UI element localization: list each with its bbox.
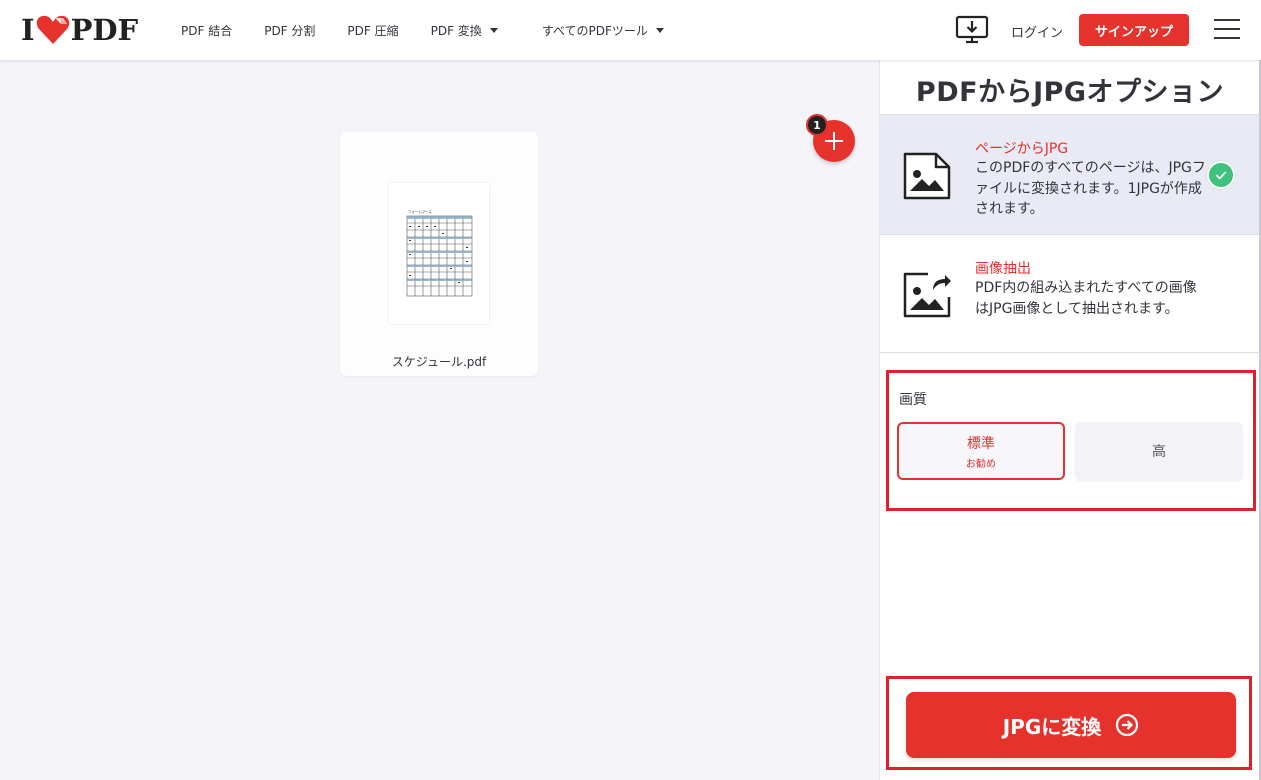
caret-down-icon <box>489 27 498 33</box>
quality-high-button[interactable]: 高 <box>1075 422 1243 480</box>
nav-compress-label: PDF 圧縮 <box>347 23 399 38</box>
option-extract-images-desc: PDF内の組み込まれたすべての画像はJPG画像として抽出されます。 <box>975 280 1197 317</box>
convert-to-jpg-button[interactable]: JPGに変換 <box>906 692 1236 758</box>
ilovepdf-logo[interactable]: I PDF <box>21 14 138 46</box>
quality-standard-button[interactable]: 標準 お勧め <box>897 422 1065 480</box>
image-file-icon <box>903 152 951 200</box>
nav-compress-pdf[interactable]: PDF 圧縮 <box>347 22 398 39</box>
schedule-table-preview: フォームブース <box>406 209 473 297</box>
quality-section: 画質 標準 お勧め 高 <box>886 370 1256 511</box>
file-name-label: スケジュール.pdf <box>391 355 487 369</box>
option-page-to-jpg-desc: このPDFのすべてのページは、JPGファイルに変換されます。1JPGが作成されま… <box>975 160 1206 217</box>
svg-text:フォームブース: フォームブース <box>408 209 433 214</box>
convert-label: JPGに変換 <box>1002 714 1102 739</box>
convert-section: JPGに変換 <box>886 676 1252 770</box>
signup-button[interactable]: サインアップ <box>1079 14 1189 46</box>
nav-split-label: PDF 分割 <box>264 23 316 38</box>
quality-standard-label: 標準 <box>967 435 995 452</box>
main-nav: PDF 結合 PDF 分割 PDF 圧縮 PDF 変換 すべてのPDFツール <box>181 0 696 60</box>
nav-convert-pdf-dropdown[interactable]: PDF 変換 <box>431 22 498 39</box>
heart-icon <box>36 15 69 45</box>
arrow-right-circle-icon <box>1116 713 1139 737</box>
desktop-download-icon[interactable] <box>955 15 989 45</box>
caret-down-icon <box>655 27 664 33</box>
file-count-badge: 1 <box>806 114 828 136</box>
option-page-to-jpg[interactable]: ページからJPG このPDFのすべてのページは、JPGファイルに変換されます。1… <box>880 114 1260 234</box>
image-extract-icon <box>903 272 951 318</box>
nav-split-pdf[interactable]: PDF 分割 <box>264 22 315 39</box>
logo-letters-pdf: PDF <box>70 13 139 47</box>
nav-merge-pdf[interactable]: PDF 結合 <box>181 22 232 39</box>
nav-all-tools-dropdown[interactable]: すべてのPDFツール <box>542 22 664 39</box>
quality-high-label: 高 <box>1152 444 1166 460</box>
nav-convert-label: PDF 変換 <box>430 23 482 38</box>
option-page-to-jpg-title: ページからJPG <box>975 141 1069 157</box>
pdf-thumbnail: フォームブース <box>389 183 489 324</box>
login-link[interactable]: ログイン <box>1011 22 1063 41</box>
top-header: I PDF PDF 結合 PDF 分割 PDF 圧縮 PDF 変換 すべてのPD… <box>0 0 1261 60</box>
quality-label: 画質 <box>899 392 927 408</box>
nav-all-tools-label: すべてのPDFツール <box>541 23 648 38</box>
quality-standard-sublabel: お勧め <box>966 458 996 470</box>
option-extract-images-title: 画像抽出 <box>975 261 1031 277</box>
option-extract-images[interactable]: 画像抽出 PDF内の組み込まれたすべての画像はJPG画像として抽出されます。 <box>880 234 1260 353</box>
logo-letter-i: I <box>21 13 35 47</box>
hamburger-menu-icon[interactable] <box>1214 19 1240 41</box>
file-card[interactable]: フォームブース スケジュール.pdf <box>340 132 538 376</box>
nav-merge-label: PDF 結合 <box>181 23 233 38</box>
sidebar-title: PDFからJPGオプション <box>915 77 1225 108</box>
check-icon <box>1207 161 1235 189</box>
file-workspace: フォームブース スケジュール.pdf 1 <box>0 60 879 780</box>
